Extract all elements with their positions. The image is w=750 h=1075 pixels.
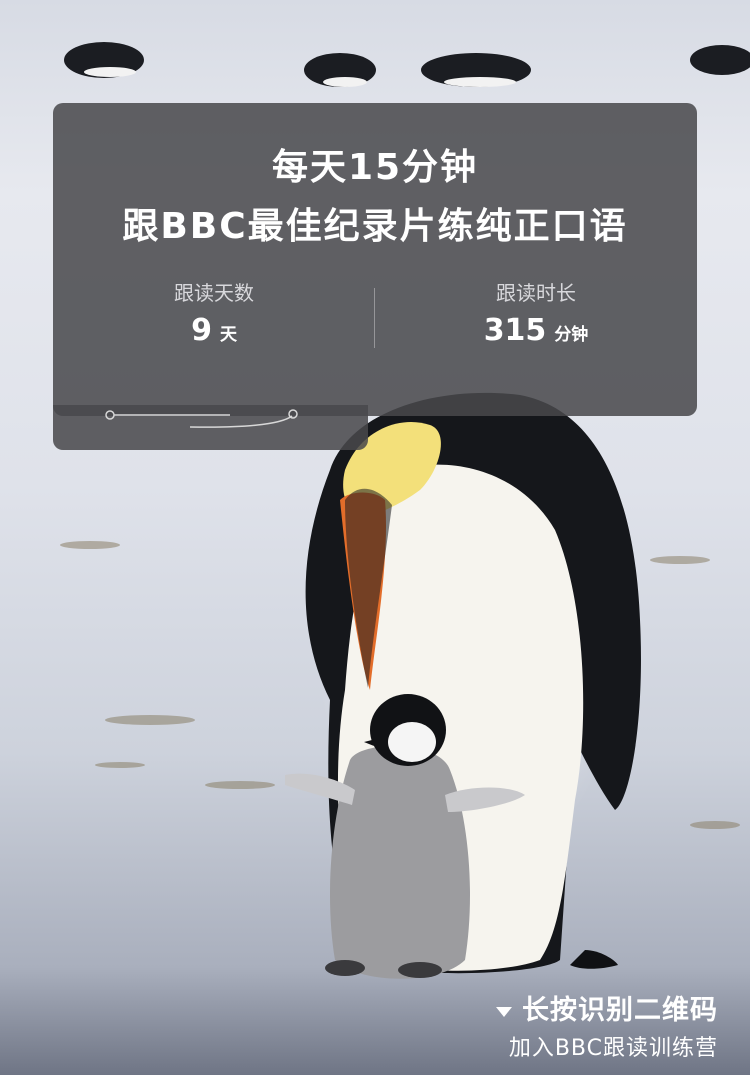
triangle-down-icon	[496, 1006, 512, 1017]
qr-instruction-text: 长按识别二维码	[522, 995, 718, 1026]
join-camp-text: 加入BBC跟读训练营	[508, 1036, 718, 1061]
decorative-line-icon	[105, 409, 298, 428]
qr-instruction: 长按识别二维码	[496, 988, 718, 1027]
